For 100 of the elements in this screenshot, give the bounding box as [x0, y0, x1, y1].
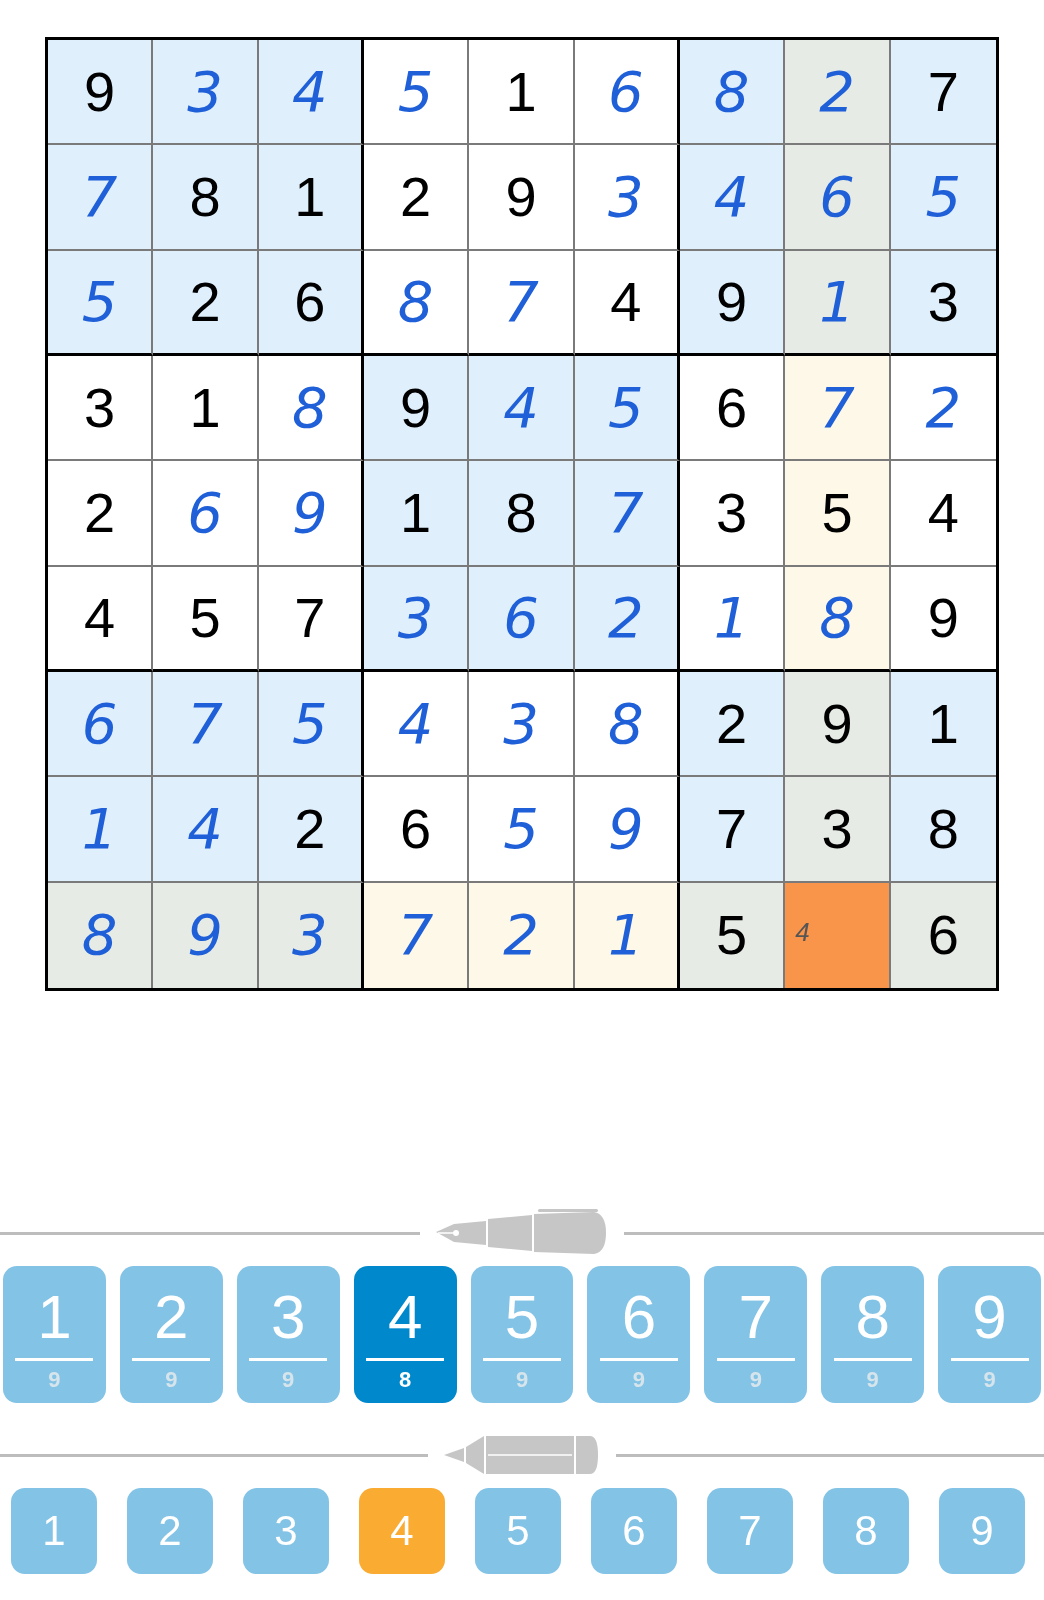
board-cell[interactable]: 1 — [258, 145, 364, 251]
board-cell[interactable]: 7 — [469, 250, 575, 356]
board-cell[interactable]: 5 — [785, 461, 891, 567]
board-cell[interactable]: 8 — [364, 250, 470, 356]
board-cell[interactable]: 9 — [469, 145, 575, 251]
board-cell[interactable]: 6 — [153, 461, 259, 567]
board-cell[interactable]: 3 — [574, 145, 680, 251]
board-cell[interactable]: 3 — [258, 882, 364, 988]
board-cell[interactable]: 2 — [258, 777, 364, 883]
board-cell[interactable]: 6 — [469, 566, 575, 672]
board-cell[interactable]: 8 — [680, 40, 786, 146]
given-digit: 7 — [294, 589, 326, 646]
given-digit: 8 — [927, 801, 959, 857]
given-digit: 9 — [84, 63, 116, 120]
board-cell[interactable]: 7 — [574, 461, 680, 567]
board-cell[interactable]: 2 — [153, 250, 259, 356]
board-cell[interactable]: 6 — [680, 356, 786, 462]
board-cell[interactable]: 6 — [48, 672, 154, 778]
board-cell[interactable]: 4 — [574, 250, 680, 356]
given-digit: 1 — [189, 379, 221, 436]
board-cell[interactable]: 1 — [153, 356, 259, 462]
entered-digit: 8 — [608, 695, 644, 752]
board-cell[interactable]: 9 — [574, 777, 680, 883]
entered-digit: 4 — [503, 379, 539, 436]
board-cell[interactable]: 5 — [153, 566, 259, 672]
board-cell[interactable]: 8 — [153, 145, 259, 251]
board-cell[interactable]: 9 — [258, 461, 364, 567]
board-cell[interactable]: 4 — [258, 40, 364, 146]
board-cell[interactable]: 5 — [574, 356, 680, 462]
board-cell[interactable]: 8 — [258, 356, 364, 462]
board-cell[interactable]: 4 — [153, 777, 259, 883]
board-cell[interactable]: 9 — [153, 882, 259, 988]
board-cell[interactable]: 5 — [48, 250, 154, 356]
board-cell[interactable]: 3 — [890, 250, 996, 356]
board-cell[interactable]: 6 — [258, 250, 364, 356]
board-cell[interactable]: 4 — [364, 672, 470, 778]
board-cell[interactable]: 7 — [890, 40, 996, 146]
board-cell[interactable]: 1 — [469, 40, 575, 146]
board-cell[interactable]: 3 — [785, 777, 891, 883]
board-cell[interactable]: 1 — [48, 777, 154, 883]
given-digit: 9 — [400, 379, 432, 436]
entered-digit: 5 — [503, 801, 539, 857]
board-cell[interactable]: 3 — [153, 40, 259, 146]
board-cell[interactable]: 3 — [469, 672, 575, 778]
board-cell[interactable]: 9 — [48, 40, 154, 146]
board-cell[interactable]: 5 — [258, 672, 364, 778]
board-cell[interactable]: 9 — [680, 250, 786, 356]
board-cell[interactable]: 8 — [48, 882, 154, 988]
board-cell[interactable]: 1 — [785, 250, 891, 356]
board-cell[interactable]: 5 — [469, 777, 575, 883]
board-cell[interactable]: 2 — [574, 566, 680, 672]
board-cell[interactable]: 2 — [680, 672, 786, 778]
board-cell[interactable]: 7 — [364, 882, 470, 988]
board-cell[interactable]: 1 — [574, 882, 680, 988]
board-cell[interactable]: 7 — [785, 356, 891, 462]
given-digit: 9 — [716, 273, 748, 330]
board-cell[interactable]: 8 — [574, 672, 680, 778]
board-cell[interactable]: 3 — [48, 356, 154, 462]
board-cell[interactable]: 6 — [785, 145, 891, 251]
digit-key[interactable]: 4 8 — [353, 1266, 457, 1403]
entered-digit: 1 — [819, 273, 855, 330]
entered-digit: 7 — [608, 485, 644, 541]
board-cell[interactable]: 2 — [364, 145, 470, 251]
given-digit: 9 — [821, 695, 853, 752]
entered-digit: 6 — [608, 63, 644, 120]
board-cell[interactable]: 7 — [153, 672, 259, 778]
board-cell[interactable]: 5 — [680, 882, 786, 988]
board-cell[interactable]: 1 — [890, 672, 996, 778]
board-cell[interactable]: 5 — [364, 40, 470, 146]
board-cell[interactable]: 2 — [48, 461, 154, 567]
board-cell[interactable]: 5 — [890, 145, 996, 251]
entered-digit: 3 — [187, 63, 223, 120]
board-cell[interactable]: 1 — [680, 566, 786, 672]
board-cell[interactable]: 7 — [258, 566, 364, 672]
board-cell[interactable]: 4 — [785, 882, 891, 988]
board-cell[interactable]: 4 — [469, 356, 575, 462]
entered-digit: 7 — [397, 907, 434, 964]
board-cell[interactable]: 2 — [469, 882, 575, 988]
board-cell[interactable]: 9 — [364, 356, 470, 462]
board-cell[interactable]: 2 — [785, 40, 891, 146]
entered-digit: 7 — [81, 169, 118, 225]
entered-digit: 4 — [397, 695, 434, 752]
board-cell[interactable]: 1 — [364, 461, 470, 567]
board-cell[interactable]: 7 — [680, 777, 786, 883]
board-cell[interactable]: 3 — [680, 461, 786, 567]
board-cell[interactable]: 8 — [890, 777, 996, 883]
entered-digit: 3 — [397, 589, 434, 646]
given-digit: 8 — [189, 169, 221, 225]
board-cell[interactable]: 6 — [890, 882, 996, 988]
board-cell[interactable]: 6 — [574, 40, 680, 146]
entered-digit: 1 — [81, 801, 118, 857]
board-cell[interactable]: 3 — [364, 566, 470, 672]
board-cell[interactable]: 9 — [785, 672, 891, 778]
board-cell[interactable]: 4 — [680, 145, 786, 251]
board-cell[interactable]: 8 — [785, 566, 891, 672]
board-cell[interactable]: 7 — [48, 145, 154, 251]
board-cell[interactable]: 4 — [48, 566, 154, 672]
entered-digit: 3 — [292, 907, 328, 964]
board-cell[interactable]: 8 — [469, 461, 575, 567]
board-cell[interactable]: 6 — [364, 777, 470, 883]
